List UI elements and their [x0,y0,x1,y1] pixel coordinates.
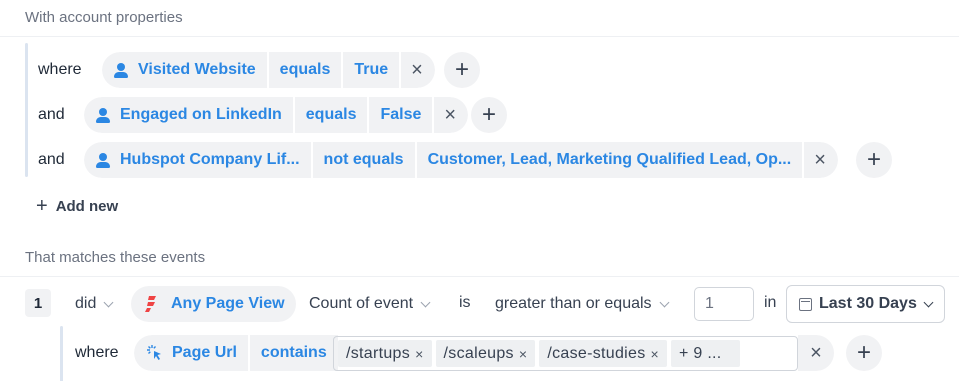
chevron-down-icon [103,297,114,307]
date-range-selector[interactable]: Last 30 Days [786,285,945,323]
chevron-down-icon [420,297,431,307]
chip-label: /scaleups [443,344,514,362]
filter-connector-and: and [38,151,65,168]
in-label: in [764,294,777,311]
aggregation-label: Count of event [309,295,414,312]
plus-icon: + [454,56,469,83]
comparator-selector[interactable]: greater than or equals [495,286,669,322]
value-selector[interactable]: Customer, Lead, Marketing Qualified Lead… [416,142,803,178]
chevron-down-icon [659,297,669,307]
close-icon: × [444,103,457,126]
value-chip: /startups × [338,340,432,367]
filter-row-3: Hubspot Company Lif... not equals Custom… [84,142,838,178]
add-filter-button[interactable]: + [471,97,507,133]
filter-pill-hubspot-lifecycle: Hubspot Company Lif... not equals Custom… [84,142,838,178]
close-icon: × [810,341,822,364]
plus-icon: + [856,339,871,366]
add-filter-button[interactable]: + [856,142,892,178]
operator-selector[interactable]: equals [294,97,368,133]
plus-icon: + [866,146,881,173]
value-selector[interactable]: True [343,52,400,88]
divider [0,276,959,277]
chip-label: /startups [346,344,411,362]
property-label: Hubspot Company Lif... [120,151,300,168]
bolt-icon [145,296,156,312]
value-chip: /case-studies × [539,340,667,367]
event-filter-connector-where: where [75,344,119,361]
person-icon [114,62,128,78]
operator-selector[interactable]: equals [268,52,342,88]
count-input[interactable]: 1 [694,287,754,321]
close-icon[interactable]: × [519,346,527,362]
close-icon[interactable]: × [415,346,423,362]
close-icon: × [411,58,423,81]
divider [0,36,959,37]
did-label: did [75,295,97,312]
chip-label: /case-studies [547,344,646,362]
add-event-filter-button[interactable]: + [846,335,882,371]
filter-group-bar [25,43,28,177]
chevron-down-icon [923,297,934,307]
event-property-label: Page Url [172,344,237,361]
add-filter-button[interactable]: + [444,52,480,88]
cursor-click-icon [147,345,161,360]
value-multiselect[interactable]: /startups × /scaleups × /case-studies × … [333,336,798,371]
plus-icon: + [36,195,48,217]
remove-event-filter-button[interactable]: × [798,335,834,371]
plus-icon: + [481,101,496,128]
event-index-badge: 1 [25,289,51,317]
more-values-chip[interactable]: + 9 ... [670,340,740,367]
event-name: Any Page View [171,295,285,312]
remove-filter-button[interactable]: × [401,52,435,88]
calendar-icon [799,297,812,311]
filter-pill-visited-website: Visited Website equals True × [102,52,435,88]
property-label: Engaged on LinkedIn [120,106,282,123]
account-properties-heading: With account properties [25,9,183,26]
event-operator-selector[interactable]: contains [249,335,338,371]
event-filter-pill: Page Url contains [134,335,338,371]
did-selector[interactable]: did [75,286,114,322]
remove-filter-button[interactable]: × [434,97,469,133]
value-chip: /scaleups × [435,340,536,367]
close-icon[interactable]: × [651,346,659,362]
property-label: Visited Website [138,61,256,78]
filter-connector-where: where [38,61,82,78]
property-selector[interactable]: Hubspot Company Lif... [84,142,311,178]
event-filter-group-bar [60,326,63,381]
filter-row-2: Engaged on LinkedIn equals False × [84,97,469,133]
comparator-label: greater than or equals [495,295,652,312]
operator-selector[interactable]: not equals [312,142,415,178]
date-range-label: Last 30 Days [819,295,917,312]
close-icon: × [814,148,826,171]
events-heading: That matches these events [25,249,206,266]
event-property-selector[interactable]: Page Url [134,335,248,371]
remove-filter-button[interactable]: × [804,142,838,178]
property-selector[interactable]: Visited Website [102,52,267,88]
filter-row-1: Visited Website equals True × [102,52,435,88]
aggregation-selector[interactable]: Count of event [309,286,431,322]
person-icon [96,152,110,168]
property-selector[interactable]: Engaged on LinkedIn [84,97,293,133]
event-filter-row: Page Url contains [134,335,338,371]
person-icon [96,107,110,123]
event-selector[interactable]: Any Page View [131,286,296,322]
filter-pill-engaged-linkedin: Engaged on LinkedIn equals False × [84,97,469,133]
filter-connector-and: and [38,106,65,123]
is-label: is [459,294,471,311]
add-new-filter-button[interactable]: + Add new [36,195,118,218]
value-selector[interactable]: False [369,97,433,133]
add-new-label: Add new [55,198,119,215]
